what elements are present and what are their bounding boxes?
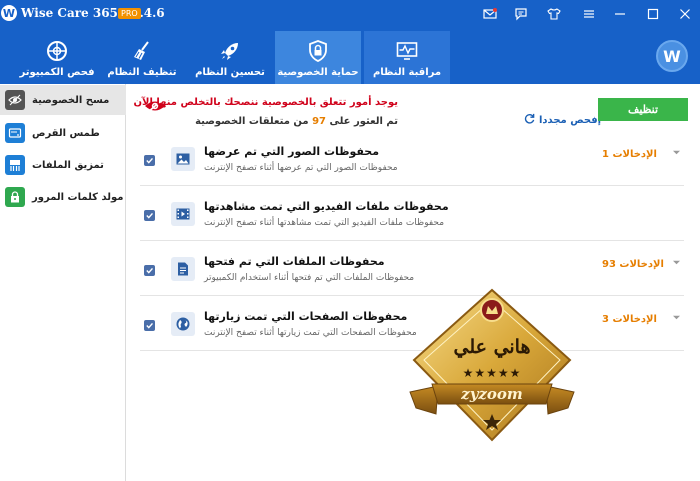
tab-label: تنظيف النظام [107, 67, 177, 78]
watermark-seal: هاني علي ★★★★★ zyzoom [408, 286, 576, 446]
shredder-icon [5, 155, 25, 175]
globe-icon [171, 312, 195, 336]
rescan-label: إفحص مجددا [539, 114, 602, 126]
sidebar: مسح الخصوصية طمس القرص تمزيق الملفات مول… [0, 84, 126, 481]
row-description: محفوظات الملفات التي تم فتحها أثناء استخ… [204, 273, 415, 283]
sidebar-item-file-shredder[interactable]: تمزيق الملفات [0, 150, 126, 180]
tab-label: مراقبة النظام [372, 67, 442, 78]
row-title: محفوظات الصور التي تم عرضها [204, 145, 380, 158]
minimize-icon[interactable] [610, 4, 630, 24]
chevron-down-icon[interactable] [672, 313, 680, 321]
tab-system-tuneup[interactable]: تحسين النظام [187, 31, 273, 84]
refresh-icon [524, 113, 535, 127]
tab-label: فحص الكمبيوتر [19, 67, 95, 78]
feedback-icon[interactable] [511, 4, 531, 24]
row-count: الإدخالات 93 [602, 259, 664, 270]
row-title: محفوظات الصفحات التي تمت زيارتها [204, 310, 408, 323]
privacy-headline: يوجد أمور تتعلق بالخصوصية ننصحك بالتخلص … [133, 97, 398, 108]
sidebar-item-label: مولد كلمات المرور [32, 191, 124, 203]
row-description: محفوظات الصور التي تم عرضها أثناء تصفح ا… [204, 163, 398, 173]
watermark-name: هاني علي [453, 336, 531, 358]
title-bar: W Wise Care 365 - 5.4.6 PRO [0, 0, 700, 28]
chevron-down-icon[interactable] [672, 148, 680, 156]
row-title: محفوظات الملفات التي تم فتحها [204, 255, 385, 268]
mail-icon[interactable] [480, 4, 500, 24]
video-icon [171, 202, 195, 226]
tab-system-monitor[interactable]: مراقبة النظام [364, 31, 450, 84]
row-checkbox[interactable] [144, 155, 155, 166]
pc-checkup-icon [45, 39, 69, 63]
count-suffix: من متعلقات الخصوصية [195, 116, 309, 127]
sidebar-item-password-generator[interactable]: مولد كلمات المرور [0, 182, 126, 212]
row-checkbox[interactable] [144, 320, 155, 331]
main-nav: فحص الكمبيوتر تنظيف النظام تحسين النظام … [0, 28, 700, 84]
list-item[interactable]: محفوظات ملفات الفيديو التي تمت مشاهدتها … [140, 187, 684, 241]
close-icon[interactable] [675, 4, 695, 24]
row-checkbox[interactable] [144, 210, 155, 221]
eye-icon [5, 90, 25, 110]
user-avatar[interactable]: W [656, 40, 688, 72]
tab-pc-checkup[interactable]: فحص الكمبيوتر [14, 31, 100, 84]
tab-label: حماية الخصوصية [277, 67, 359, 78]
count-value: 97 [312, 116, 326, 127]
count-prefix: تم العثور على [329, 116, 398, 127]
app-logo-icon: W [1, 5, 17, 21]
pro-badge: PRO [118, 8, 141, 19]
maximize-icon[interactable] [643, 4, 663, 24]
image-icon [171, 147, 195, 171]
clean-button[interactable]: تنظيف [598, 98, 688, 121]
row-description: محفوظات ملفات الفيديو التي تمت مشاهدتها … [204, 218, 445, 228]
sidebar-item-privacy-cleaner[interactable]: مسح الخصوصية [0, 85, 126, 115]
watermark-stars: ★★★★★ [462, 366, 522, 380]
row-checkbox[interactable] [144, 265, 155, 276]
tab-label: تحسين النظام [195, 67, 265, 78]
sidebar-item-disk-eraser[interactable]: طمس القرص [0, 118, 126, 148]
rescan-link[interactable]: إفحص مجددا [524, 113, 601, 127]
row-title: محفوظات ملفات الفيديو التي تمت مشاهدتها [204, 200, 449, 213]
watermark-brand: zyzoom [461, 385, 523, 403]
sidebar-item-label: مسح الخصوصية [32, 94, 110, 106]
chevron-down-icon[interactable] [672, 258, 680, 266]
list-item[interactable]: محفوظات الصور التي تم عرضها محفوظات الصو… [140, 132, 684, 186]
lock-shield-icon [306, 39, 330, 63]
row-count: الإدخالات 1 [602, 149, 657, 160]
disk-eraser-icon [5, 123, 25, 143]
tab-privacy-protector[interactable]: حماية الخصوصية [275, 31, 361, 84]
app-title: Wise Care 365 - 5.4.6 [21, 6, 165, 20]
skin-icon[interactable] [544, 4, 564, 24]
sidebar-item-label: تمزيق الملفات [32, 159, 104, 171]
document-icon [171, 257, 195, 281]
broom-icon [130, 39, 154, 63]
rocket-icon [218, 39, 242, 63]
row-description: محفوظات الصفحات التي تمت زيارتها أثناء ت… [204, 328, 417, 338]
menu-icon[interactable] [579, 4, 599, 24]
password-lock-icon [5, 187, 25, 207]
row-count: الإدخالات 3 [602, 314, 657, 325]
monitor-pulse-icon [395, 39, 419, 63]
tab-system-cleaner[interactable]: تنظيف النظام [99, 31, 185, 84]
sidebar-item-label: طمس القرص [32, 127, 100, 139]
privacy-count: تم العثور على 97 من متعلقات الخصوصية [195, 116, 398, 127]
